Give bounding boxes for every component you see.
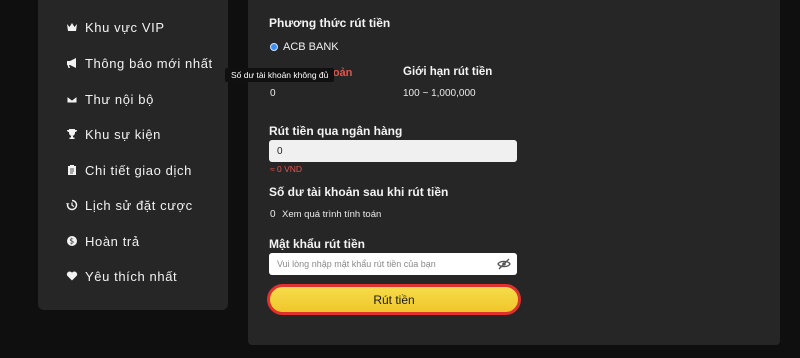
sidebar-item-vip[interactable]: Khu vực VIP (66, 17, 165, 37)
submit-label: Rút tiền (373, 292, 415, 307)
method-option-label[interactable]: ACB BANK (283, 41, 339, 53)
balance-after-value: 0 (270, 209, 276, 220)
sidebar-item-rebate[interactable]: $ Hoàn trả (66, 231, 140, 251)
balance-value: 0 (270, 88, 276, 99)
view-calculation-link[interactable]: Xem quá trình tính toán (282, 209, 381, 220)
balance-after-label: Số dư tài khoản sau khi rút tiền (269, 185, 449, 199)
method-radio[interactable] (270, 43, 278, 51)
withdraw-method-label: Phương thức rút tiền (269, 16, 391, 30)
sidebar-item-label: Khu sự kiện (85, 126, 162, 142)
crown-icon (66, 21, 78, 33)
clipboard-icon (66, 164, 78, 176)
envelope-icon (66, 93, 78, 105)
sidebar-item-inbox[interactable]: Thư nội bộ (66, 89, 154, 109)
sidebar-item-bet-history[interactable]: Lịch sử đặt cược (66, 195, 193, 215)
heart-icon (66, 270, 78, 282)
amount-input[interactable]: 0 (269, 140, 517, 162)
withdraw-panel: Phương thức rút tiền ACB BANK khoản 0 Gi… (248, 0, 780, 345)
password-placeholder: Vui lòng nhập mật khẩu rút tiền của bạn (277, 259, 436, 269)
sidebar-item-transactions[interactable]: Chi tiết giao dịch (66, 160, 192, 180)
sidebar-item-label: Lịch sử đặt cược (85, 197, 193, 213)
sidebar-item-label: Thư nội bộ (85, 91, 154, 107)
megaphone-icon (66, 57, 78, 69)
sidebar-item-favorites[interactable]: Yêu thích nhất (66, 266, 177, 286)
withdraw-submit-button[interactable]: Rút tiền (267, 284, 521, 315)
eye-slash-icon[interactable] (497, 257, 511, 271)
converted-amount: ≈ 0 VND (270, 164, 303, 174)
sidebar-item-events[interactable]: Khu sự kiện (66, 124, 161, 144)
sidebar-item-label: Hoàn trả (85, 233, 140, 249)
svg-text:$: $ (69, 237, 74, 246)
trophy-icon (66, 128, 78, 140)
limit-label: Giới hạn rút tiền (403, 66, 493, 78)
limit-value: 100 ~ 1,000,000 (403, 88, 476, 99)
account-sidebar: Khu vực VIP Thông báo mới nhất Thư nội b… (38, 0, 228, 310)
password-label: Mật khẩu rút tiền (269, 237, 366, 251)
sidebar-item-notifications[interactable]: Thông báo mới nhất (66, 53, 213, 73)
dollar-coin-icon: $ (66, 235, 78, 247)
sidebar-item-label: Yêu thích nhất (85, 268, 178, 284)
history-icon (66, 199, 78, 211)
sidebar-item-label: Khu vực VIP (85, 19, 165, 35)
password-input[interactable]: Vui lòng nhập mật khẩu rút tiền của bạn (269, 253, 517, 275)
amount-value: 0 (277, 145, 283, 157)
sidebar-item-label: Chi tiết giao dịch (85, 162, 192, 178)
bank-withdraw-label: Rút tiền qua ngân hàng (269, 124, 403, 138)
sidebar-item-label: Thông báo mới nhất (85, 55, 213, 71)
insufficient-balance-tooltip: Số dư tài khoản không đủ (225, 68, 335, 82)
